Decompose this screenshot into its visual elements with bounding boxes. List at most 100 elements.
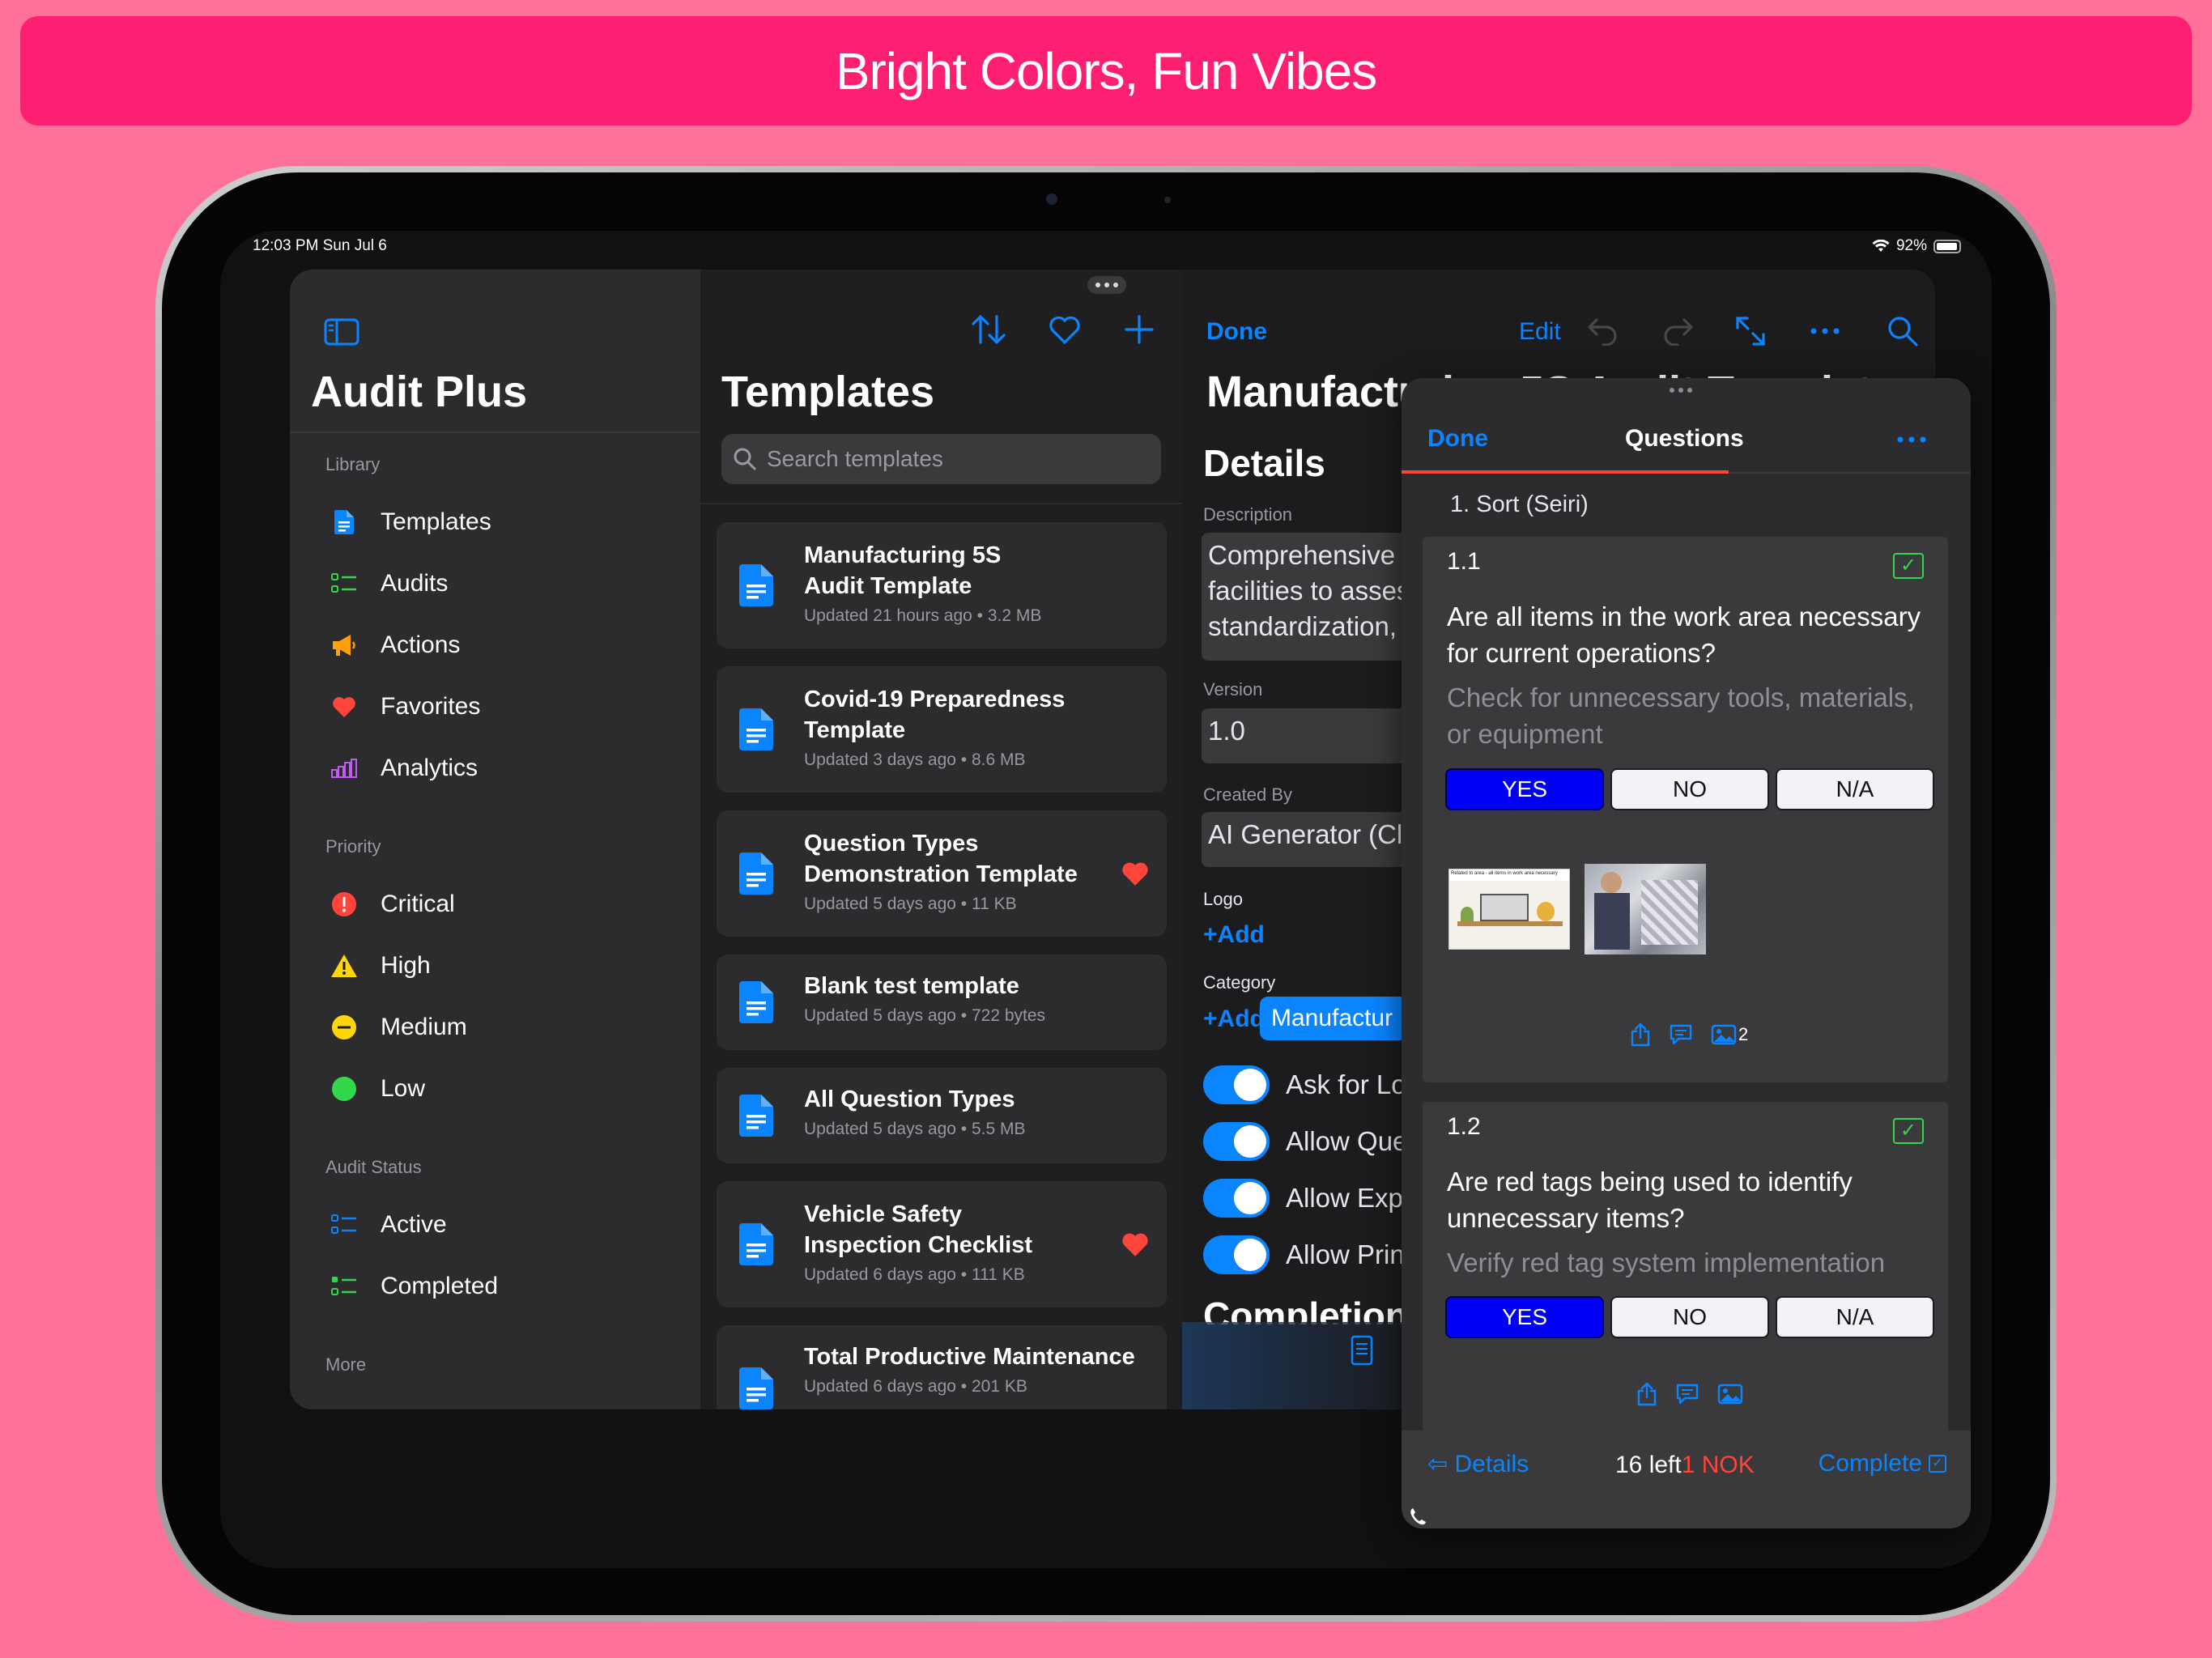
- section-library: Library: [325, 454, 381, 474]
- exclamation-circle-icon: [332, 892, 356, 916]
- answer-no-button[interactable]: NO: [1610, 1296, 1769, 1338]
- comment-icon[interactable]: [1669, 1023, 1693, 1046]
- list-icon: [331, 1214, 356, 1234]
- section-more[interactable]: More: [325, 1354, 366, 1375]
- document-icon: [334, 510, 354, 534]
- heart-outline-icon[interactable]: [1049, 317, 1081, 344]
- section-audit-status: Audit Status: [325, 1157, 422, 1177]
- templates-column: Templates Search templates Manufacturing…: [700, 270, 1182, 1409]
- template-meta: Updated 3 days ago • 8.6 MB: [804, 750, 1026, 769]
- document-icon: [739, 1367, 773, 1409]
- document-icon: [739, 981, 773, 1023]
- edit-button[interactable]: Edit: [1519, 318, 1561, 346]
- answer-yes-button[interactable]: YES: [1445, 768, 1604, 810]
- template-title: Manufacturing 5S Audit Template: [804, 542, 1002, 599]
- share-icon[interactable]: [1630, 1022, 1651, 1047]
- section-priority: Priority: [325, 836, 381, 857]
- template-title: Blank test template: [804, 973, 1019, 999]
- blur-overlay: [1182, 1322, 1425, 1409]
- template-card[interactable]: Manufacturing 5S Audit Template Updated 2…: [717, 522, 1167, 648]
- notes-icon[interactable]: [1351, 1335, 1373, 1366]
- checkbox-checked-icon[interactable]: ✓: [1893, 553, 1924, 579]
- toggle-switch[interactable]: [1203, 1122, 1270, 1161]
- template-title: All Question Types: [804, 1086, 1015, 1112]
- section-header: 1. Sort (Seiri): [1450, 491, 1589, 517]
- plus-icon[interactable]: [1125, 315, 1154, 344]
- sidebar-item-audits[interactable]: Audits: [330, 559, 448, 608]
- more-icon[interactable]: [1897, 436, 1926, 443]
- answer-na-button[interactable]: N/A: [1776, 768, 1934, 810]
- toggle-switch[interactable]: [1203, 1235, 1270, 1274]
- sidebar-toggle-icon[interactable]: [324, 318, 359, 346]
- photo-thumbnail[interactable]: [1585, 864, 1706, 954]
- template-card[interactable]: Total Productive Maintenance Updated 6 da…: [717, 1325, 1167, 1409]
- sidebar-item-label: Low: [381, 1075, 426, 1102]
- sidebar-item-label: Critical: [381, 891, 455, 917]
- template-meta: Updated 21 hours ago • 3.2 MB: [804, 606, 1042, 625]
- done-button[interactable]: Done: [1206, 318, 1267, 346]
- chart-bar-icon: [331, 759, 357, 778]
- more-handle-icon[interactable]: [1087, 276, 1126, 294]
- app-title: Audit Plus: [311, 368, 527, 416]
- expand-icon[interactable]: [1734, 315, 1767, 347]
- add-label: Add: [1217, 921, 1265, 948]
- sidebar-item-active[interactable]: Active: [330, 1201, 447, 1249]
- sidebar-item-low[interactable]: Low: [330, 1065, 425, 1113]
- template-card[interactable]: All Question Types Updated 5 days ago • 5…: [717, 1068, 1167, 1163]
- add-logo-button[interactable]: +Add: [1203, 921, 1265, 949]
- question-number: 1.1: [1447, 548, 1481, 575]
- sidebar-item-critical[interactable]: Critical: [330, 880, 455, 929]
- heart-icon[interactable]: [1121, 1232, 1149, 1256]
- template-meta: Updated 5 days ago • 11 KB: [804, 895, 1017, 913]
- sidebar-item-favorites[interactable]: Favorites: [330, 682, 480, 731]
- template-meta: Updated 6 days ago • 201 KB: [804, 1377, 1027, 1396]
- sheet-drag-handle[interactable]: [1670, 388, 1692, 393]
- details-label: Details: [1454, 1451, 1529, 1477]
- answer-na-button[interactable]: N/A: [1776, 1296, 1934, 1338]
- category-chip[interactable]: Manufactur: [1260, 997, 1422, 1040]
- comment-icon[interactable]: [1675, 1383, 1699, 1405]
- search-input[interactable]: Search templates: [721, 434, 1161, 484]
- checkbox-checked-icon[interactable]: ✓: [1893, 1118, 1924, 1144]
- undo-icon[interactable]: [1587, 317, 1619, 346]
- redo-icon[interactable]: [1661, 317, 1694, 346]
- sheet-done-button[interactable]: Done: [1427, 425, 1488, 453]
- sort-icon[interactable]: [971, 313, 1006, 346]
- sidebar-item-high[interactable]: High: [330, 942, 431, 990]
- photo-count: 2: [1738, 1024, 1749, 1044]
- template-card[interactable]: Vehicle Safety Inspection Checklist Updat…: [717, 1181, 1167, 1307]
- photos-button[interactable]: 2: [1711, 1024, 1748, 1045]
- answer-yes-button[interactable]: YES: [1445, 1296, 1604, 1338]
- more-icon[interactable]: [1810, 328, 1840, 334]
- photo-icon[interactable]: [1717, 1384, 1743, 1405]
- toggle-label: Allow Que: [1286, 1126, 1408, 1156]
- toggle-switch[interactable]: [1203, 1179, 1270, 1218]
- add-label: Add: [1217, 1005, 1265, 1032]
- sidebar-item-label: Templates: [381, 508, 491, 535]
- search-icon[interactable]: [1887, 315, 1919, 347]
- front-camera: [1046, 193, 1057, 205]
- template-card[interactable]: Covid-19 Preparedness Template Updated 3 …: [717, 666, 1167, 793]
- phone-icon[interactable]: [1408, 1507, 1427, 1526]
- status-indicators: 92%: [1872, 237, 1961, 255]
- sidebar-item-actions[interactable]: Actions: [330, 621, 460, 670]
- toggle-switch[interactable]: [1203, 1065, 1270, 1104]
- template-card[interactable]: Blank test template Updated 5 days ago • …: [717, 954, 1167, 1050]
- document-icon: [739, 1095, 773, 1137]
- sidebar-item-analytics[interactable]: Analytics: [330, 744, 478, 793]
- photo-thumbnail[interactable]: Related to area - all items in work area…: [1448, 869, 1570, 950]
- question-actions: 2: [1630, 1022, 1748, 1047]
- answer-no-button[interactable]: NO: [1610, 768, 1769, 810]
- template-card[interactable]: Question Types Demonstration Template Upd…: [717, 810, 1167, 937]
- sidebar-item-label: Favorites: [381, 693, 481, 720]
- add-category-button[interactable]: +Add: [1203, 1005, 1265, 1033]
- share-icon[interactable]: [1636, 1382, 1657, 1406]
- complete-button[interactable]: Complete ✓: [1819, 1450, 1946, 1477]
- green-circle-icon: [332, 1077, 356, 1101]
- heart-icon[interactable]: [1121, 861, 1149, 886]
- sidebar-item-completed[interactable]: Completed: [330, 1262, 498, 1311]
- sheet-footer: ⇦ Details 16 left1 NOK Complete ✓: [1402, 1431, 1971, 1528]
- details-button[interactable]: ⇦ Details: [1427, 1450, 1529, 1478]
- sidebar-item-medium[interactable]: Medium: [330, 1003, 467, 1052]
- sidebar-item-templates[interactable]: Templates: [330, 498, 491, 546]
